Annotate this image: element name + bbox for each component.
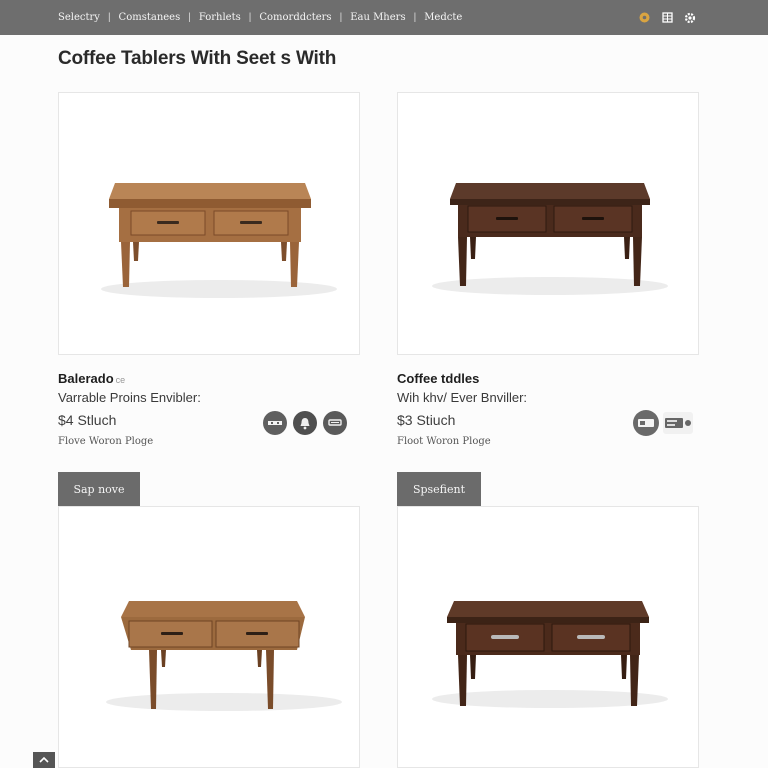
cart-icon[interactable] (323, 411, 347, 435)
product-tag: ce (115, 375, 126, 385)
nav-item-forhlets[interactable]: Forhlets (199, 12, 241, 23)
product-2-action-icons (633, 410, 693, 436)
coffee-table-dark-walnut-pulls (432, 601, 668, 708)
info-icon[interactable] (638, 12, 650, 24)
nav-separator: | (188, 12, 191, 23)
grid-icon[interactable] (661, 12, 673, 24)
info-chip-icon[interactable] (633, 410, 659, 436)
nav-item-medcte[interactable]: Medcte (424, 12, 462, 23)
product-subtitle: Varrable Proins Envibler: (58, 390, 201, 405)
product-shipping: Floot Woron Ploge (397, 436, 491, 447)
top-navigation-bar: Selectry | Comstanees | Forhlets | Comor… (0, 0, 768, 35)
page-title: Coffee Tablers With Seet s With (58, 48, 337, 69)
settings-icon[interactable] (684, 12, 696, 24)
coffee-table-light-oak (101, 183, 337, 298)
nav-item-comorddcters[interactable]: Comorddcters (259, 12, 331, 23)
product-image-2[interactable] (397, 92, 699, 355)
spsefient-button[interactable]: Spsefient (397, 472, 481, 506)
nav-item-selectry[interactable]: Selectry (58, 12, 100, 23)
product-name[interactable]: Coffee tddles (397, 371, 697, 386)
nav-separator: | (339, 12, 343, 23)
coffee-table-dark-walnut (432, 183, 668, 295)
compare-icon[interactable] (263, 411, 287, 435)
nav-separator: | (107, 12, 111, 23)
nav-separator: | (248, 12, 252, 23)
product-subtitle: Wih khv/ Ever Bnviller: (397, 390, 528, 405)
sap-nove-button[interactable]: Sap nove (58, 472, 140, 506)
scroll-to-top-icon[interactable] (33, 752, 55, 768)
product-name-text: Balerado (58, 371, 114, 386)
main-nav: Selectry | Comstanees | Forhlets | Comor… (58, 0, 462, 35)
product-image-3[interactable] (58, 506, 360, 768)
product-1-action-icons (263, 411, 347, 435)
product-shipping: Flove Woron Ploge (58, 436, 154, 447)
nav-separator: | (413, 12, 417, 23)
product-image-4[interactable] (397, 506, 699, 768)
nav-item-comstanees[interactable]: Comstanees (119, 12, 181, 23)
nav-item-eau-mhers[interactable]: Eau Mhers (350, 12, 405, 23)
bell-icon[interactable] (293, 411, 317, 435)
tag-icon[interactable] (663, 412, 693, 434)
product-name[interactable]: Balerado ce (58, 371, 358, 386)
product-info-1: Balerado ce Varrable Proins Envibler: $4 … (58, 371, 358, 447)
top-icon-group (638, 0, 696, 35)
coffee-table-light-oak-tapered (106, 601, 342, 711)
product-image-1[interactable] (58, 92, 360, 355)
